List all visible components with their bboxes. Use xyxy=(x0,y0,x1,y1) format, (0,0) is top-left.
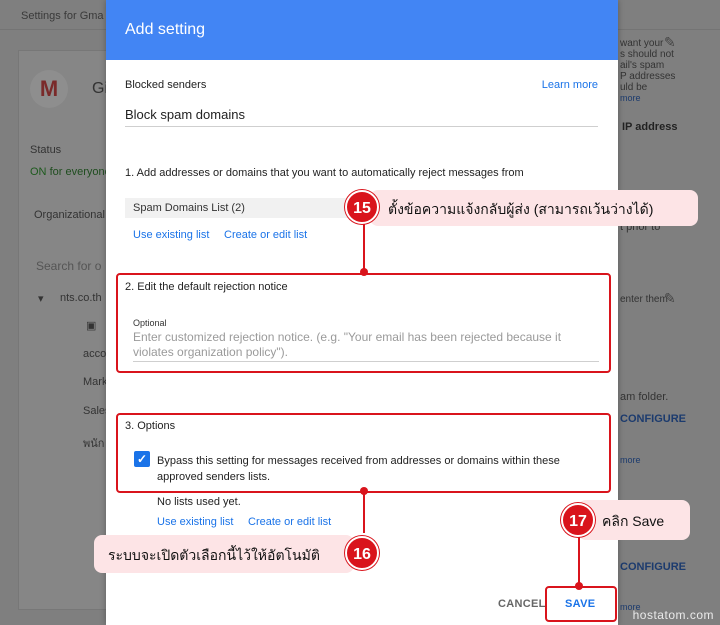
org-search-input[interactable]: Search for o xyxy=(36,259,101,273)
callout-17-text: คลิก Save xyxy=(602,513,665,529)
status-label: Status xyxy=(30,144,62,156)
status-scope: for everyone xyxy=(49,166,111,178)
right-text: P addresses xyxy=(620,71,676,82)
callout-15-text: ตั้งข้อความแจ้งกลับผู้ส่ง (สามารถเว้นว่า… xyxy=(388,201,654,217)
use-existing-list-link[interactable]: Use existing list xyxy=(133,229,209,241)
gmail-logo-icon: M xyxy=(30,70,68,108)
no-lists-text: No lists used yet. xyxy=(157,496,241,508)
create-or-edit-list-link[interactable]: Create or edit list xyxy=(248,516,331,528)
cancel-button[interactable]: CANCEL xyxy=(498,598,546,610)
tree-item[interactable]: acco xyxy=(83,348,106,360)
more-link[interactable]: more xyxy=(620,93,641,104)
right-text: want your xyxy=(620,38,664,49)
right-heading: IP address xyxy=(622,121,678,133)
callout-16-badge: 16 xyxy=(345,536,379,570)
connector-dot xyxy=(360,487,368,495)
tree-item[interactable]: Mark xyxy=(83,376,107,388)
connector-dot xyxy=(575,582,583,590)
setting-name-field[interactable]: Block spam domains xyxy=(125,107,598,127)
tree-item[interactable]: พนัก xyxy=(83,434,104,452)
step1-heading: 1. Add addresses or domains that you wan… xyxy=(125,167,524,179)
step2-highlight xyxy=(116,273,611,373)
callout-17-badge: 17 xyxy=(561,503,595,537)
use-existing-list-link[interactable]: Use existing list xyxy=(157,516,233,528)
setting-type-label: Blocked senders xyxy=(125,79,207,91)
callout-16: ระบบจะเปิดตัวเลือกนี้ไว้ให้อัตโนมัติ xyxy=(94,535,354,573)
callout-15: ตั้งข้อความแจ้งกลับผู้ส่ง (สามารถเว้นว่า… xyxy=(370,190,698,226)
right-text: ail's spam xyxy=(620,60,665,71)
status-value: ON for everyone xyxy=(30,166,111,178)
watermark: hostatom.com xyxy=(632,608,714,622)
right-text: uld be xyxy=(620,82,648,93)
tree-caret-icon[interactable]: ▾ xyxy=(38,292,44,305)
breadcrumb: Settings for Gma xyxy=(21,10,104,22)
status-on: ON xyxy=(30,166,47,178)
edit-pencil-icon[interactable]: ✎ xyxy=(664,34,676,51)
more-link[interactable]: more xyxy=(620,455,641,466)
create-or-edit-list-link[interactable]: Create or edit list xyxy=(224,229,307,241)
learn-more-link[interactable]: Learn more xyxy=(542,79,598,91)
right-text: am folder. xyxy=(620,391,669,403)
save-highlight xyxy=(545,586,617,622)
dialog-header: Add setting xyxy=(106,0,618,60)
connector-15 xyxy=(363,224,365,272)
configure-button[interactable]: CONFIGURE xyxy=(620,562,686,573)
address-list-chip[interactable]: Spam Domains List (2) xyxy=(125,198,375,218)
connector-16 xyxy=(363,491,365,533)
connector-dot xyxy=(360,268,368,276)
connector-17 xyxy=(578,536,580,586)
account-icon: ▣ xyxy=(86,320,97,332)
callout-15-badge: 15 xyxy=(345,190,379,224)
org-units-label: Organizational xyxy=(34,209,105,221)
step3-highlight xyxy=(116,413,611,493)
dialog-title: Add setting xyxy=(125,21,206,38)
right-text: enter them xyxy=(620,294,668,305)
tree-root[interactable]: nts.co.th xyxy=(60,292,102,304)
edit-pencil-icon[interactable]: ✎ xyxy=(664,290,676,307)
callout-16-text: ระบบจะเปิดตัวเลือกนี้ไว้ให้อัตโนมัติ xyxy=(108,547,320,563)
configure-button[interactable]: CONFIGURE xyxy=(620,414,686,425)
